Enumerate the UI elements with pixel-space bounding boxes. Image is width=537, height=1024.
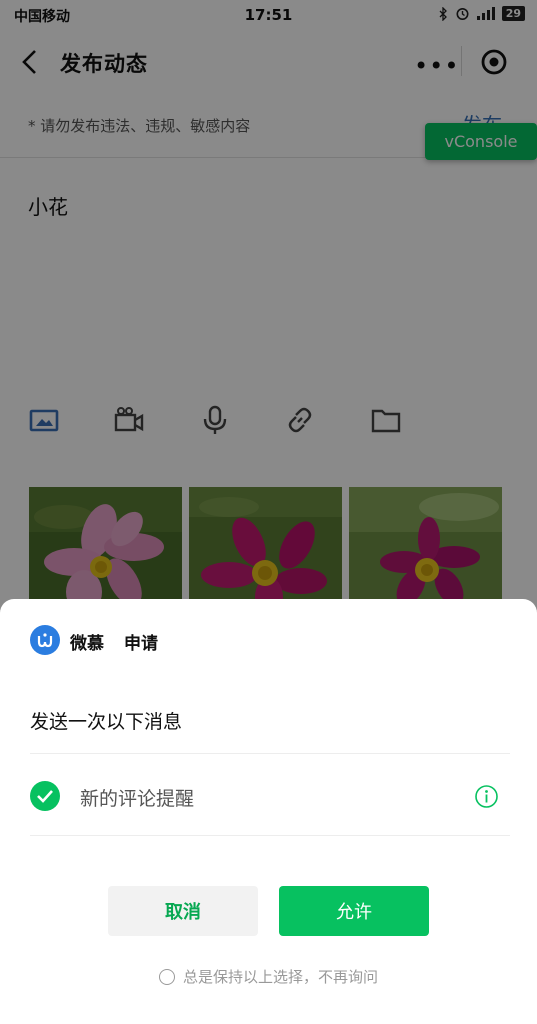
radio-unchecked-icon[interactable] <box>158 968 175 985</box>
subscription-item-label: 新的评论提醒 <box>80 788 195 810</box>
app-name: 微慕 <box>70 634 104 654</box>
message-title: 发送一次以下消息 <box>30 711 183 733</box>
dialog-action: 申请 <box>124 634 158 654</box>
info-icon[interactable] <box>474 784 499 809</box>
always-keep-label: 总是保持以上选择，不再询问 <box>182 968 378 986</box>
divider <box>30 753 510 754</box>
check-icon[interactable] <box>30 781 60 811</box>
allow-button[interactable]: 允许 <box>279 886 429 936</box>
always-keep-option[interactable]: 总是保持以上选择，不再询问 <box>0 966 537 987</box>
subscribe-dialog: 微慕 申请 发送一次以下消息 新的评论提醒 取消 允许 总是保持以上选择，不再询… <box>0 599 537 1024</box>
app-logo-icon <box>30 625 60 655</box>
divider <box>30 835 510 836</box>
cancel-button[interactable]: 取消 <box>108 886 258 936</box>
